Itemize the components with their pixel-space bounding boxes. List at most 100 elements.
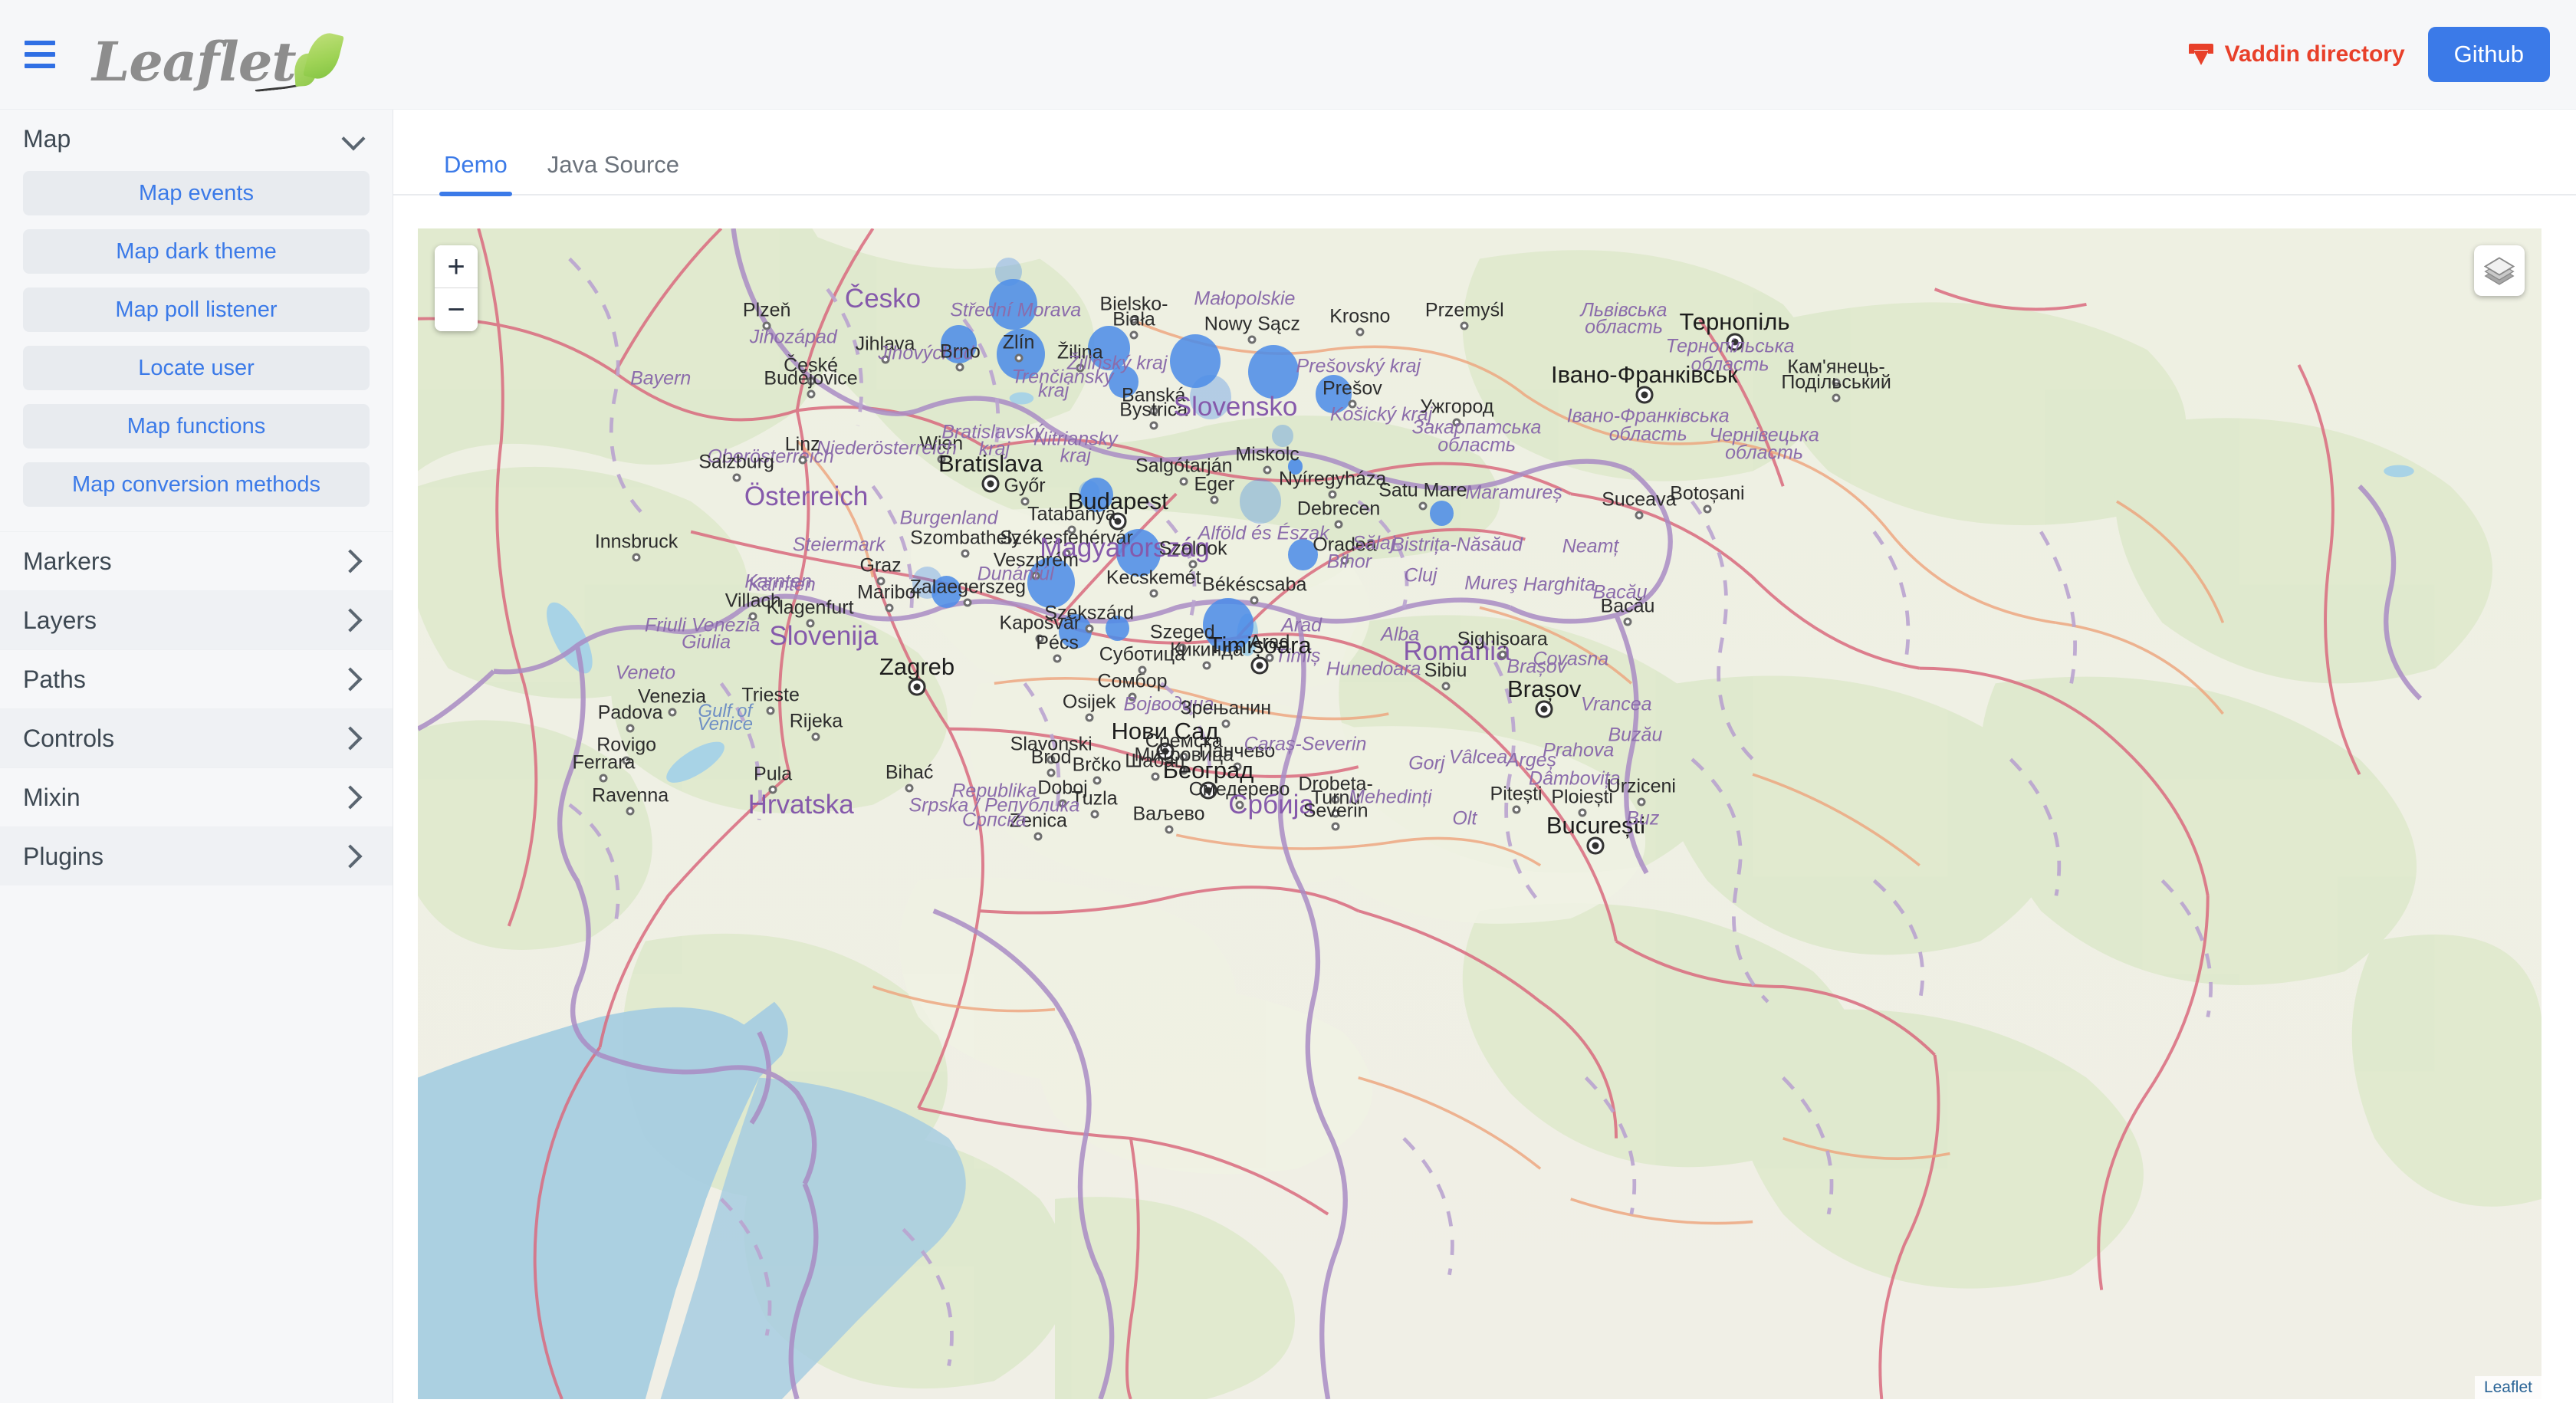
map-place-dot: [1832, 393, 1841, 402]
map-marker[interactable]: [1108, 366, 1138, 398]
sidebar-item-markers[interactable]: Markers: [0, 531, 393, 590]
map-marker[interactable]: [1288, 538, 1319, 571]
map-marker[interactable]: [1105, 615, 1129, 641]
map-place-dot: [798, 455, 807, 465]
chevron-right-icon: [343, 728, 363, 748]
map-marker[interactable]: [1272, 425, 1293, 448]
map-place-dot: [1202, 661, 1211, 670]
map-place-dot: [876, 577, 886, 586]
map-place-dot: [1512, 805, 1521, 814]
map-place-dot: [913, 683, 921, 691]
map-place-dot: [807, 389, 816, 399]
map-place-dot: [1235, 800, 1244, 810]
sidebar-item-controls-label: Controls: [23, 724, 115, 752]
sidebar-map-sublist: Map events Map dark theme Map poll liste…: [0, 168, 393, 531]
map-place-dot: [768, 785, 777, 794]
sidebar-item-map-events[interactable]: Map events: [23, 171, 370, 215]
hamburger-menu-icon[interactable]: [25, 38, 61, 71]
map-marker[interactable]: [1247, 344, 1300, 399]
github-button[interactable]: Github: [2427, 27, 2550, 82]
map-place-dot: [622, 756, 631, 765]
map-marker[interactable]: [1027, 557, 1076, 608]
map-place-dot: [1129, 330, 1138, 340]
map-marker[interactable]: [1239, 478, 1282, 524]
map-place-dot: [1033, 832, 1043, 841]
sidebar-item-mixin[interactable]: Mixin: [0, 767, 393, 826]
map-place-dot: [1250, 596, 1259, 605]
map-place-dot: [1179, 477, 1188, 486]
map-marker[interactable]: [932, 576, 962, 608]
zoom-out-button[interactable]: −: [435, 288, 478, 331]
map-place-dot: [1162, 748, 1169, 755]
map-place-dot: [1014, 353, 1024, 363]
map-place-dot: [1635, 511, 1644, 520]
map-marker[interactable]: [989, 278, 1037, 330]
map-tiles: [418, 228, 2542, 1399]
map-place-dot: [1703, 504, 1712, 514]
map-place-dot: [1418, 501, 1428, 511]
map-place-dot: [599, 774, 608, 783]
map-place-dot: [1062, 549, 1071, 558]
sidebar-item-controls[interactable]: Controls: [0, 708, 393, 767]
map-place-dot: [1623, 617, 1632, 626]
tab-java-source[interactable]: Java Source: [535, 151, 692, 194]
map-place-dot: [1138, 665, 1147, 675]
sidebar-item-mixin-label: Mixin: [23, 783, 80, 811]
map-place-dot: [1641, 391, 1648, 399]
map-marker[interactable]: [1078, 480, 1100, 503]
map-marker[interactable]: [1202, 598, 1254, 652]
map-place-dot: [885, 603, 894, 613]
leaf-icon: [254, 29, 345, 93]
map-place-dot: [1053, 654, 1062, 663]
map-place-dot: [1031, 571, 1040, 580]
tab-demo[interactable]: Demo: [432, 151, 520, 196]
map-place-dot: [766, 706, 775, 715]
map-place-dot: [626, 724, 635, 733]
map-place-dot: [632, 553, 641, 562]
sidebar-item-paths[interactable]: Paths: [0, 649, 393, 708]
map-attribution-link[interactable]: Leaflet: [2474, 1376, 2542, 1399]
sidebar-item-locate-user[interactable]: Locate user: [23, 346, 370, 390]
map-place-dot: [905, 784, 914, 793]
map-place-dot: [1460, 321, 1469, 330]
map-place-dot: [1085, 713, 1094, 722]
map-marker[interactable]: [1116, 529, 1162, 577]
vaadin-directory-link[interactable]: Vaddin directory: [2188, 41, 2405, 67]
map-marker[interactable]: [1189, 375, 1232, 420]
layers-control-button[interactable]: [2474, 245, 2525, 296]
map-place-dot: [1540, 705, 1548, 713]
map-place-dot: [1328, 490, 1337, 499]
map-place-dot: [1178, 643, 1187, 652]
map-place-dot: [1221, 719, 1230, 728]
sidebar-item-plugins[interactable]: Plugins: [0, 826, 393, 886]
vaadin-icon: [2188, 41, 2214, 67]
map-marker[interactable]: [1287, 458, 1303, 475]
map-place-dot: [963, 598, 972, 607]
map-place-dot: [1128, 692, 1137, 701]
map-place-dot: [1832, 378, 1841, 387]
map-place-dot: [1085, 624, 1094, 632]
zoom-in-button[interactable]: +: [435, 245, 478, 288]
sidebar-item-map-conversion-methods[interactable]: Map conversion methods: [23, 462, 370, 507]
sidebar-item-map-dark-theme[interactable]: Map dark theme: [23, 229, 370, 274]
map-place-dot: [1331, 795, 1340, 804]
map-place-dot: [1331, 822, 1340, 831]
map-place-dot: [1256, 662, 1263, 669]
sidebar-group-map[interactable]: Map: [0, 110, 393, 168]
map-marker[interactable]: [941, 325, 977, 363]
sidebar: Map Map events Map dark theme Map poll l…: [0, 110, 393, 1403]
map-place-dot: [748, 612, 757, 621]
sidebar-item-map-poll-listener[interactable]: Map poll listener: [23, 288, 370, 332]
hamburger-bar: [25, 41, 55, 45]
map-marker[interactable]: [1088, 326, 1130, 370]
sidebar-item-map-functions[interactable]: Map functions: [23, 404, 370, 449]
map-place-dot: [1210, 495, 1219, 504]
map-marker[interactable]: [1315, 375, 1352, 413]
leaflet-map[interactable]: Česko Plzeň Jihlava Jihozápad Jihovýchod Brno…: [418, 228, 2542, 1399]
map-place-dot: [1578, 808, 1587, 817]
map-place-dot: [1020, 497, 1030, 506]
leaflet-logo[interactable]: Leaflet: [92, 20, 345, 93]
map-place-dot: [1149, 421, 1158, 430]
map-place-dot: [1149, 589, 1158, 598]
sidebar-item-layers[interactable]: Layers: [0, 590, 393, 649]
